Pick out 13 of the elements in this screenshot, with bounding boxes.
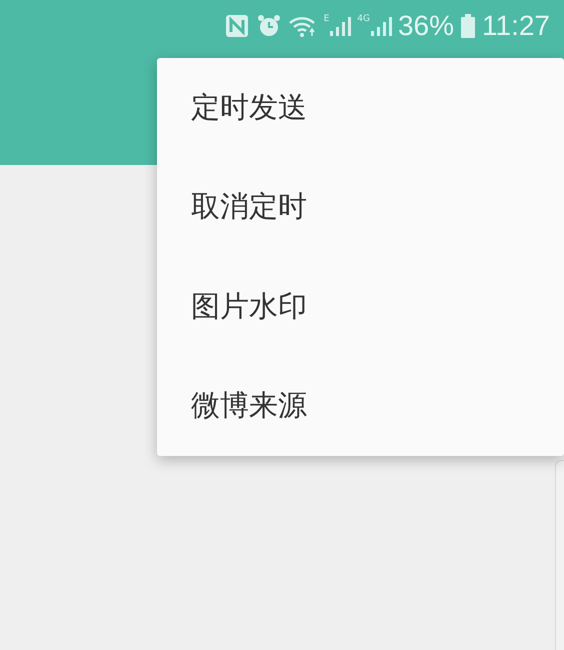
alarm-icon — [256, 13, 282, 39]
nfc-icon — [224, 13, 250, 39]
battery-percent: 36% — [398, 10, 454, 42]
signal-icon — [370, 15, 392, 37]
menu-item[interactable]: 定时发送 — [157, 58, 564, 158]
menu-item[interactable]: 图片水印 — [157, 257, 564, 356]
network-type-label: E — [324, 15, 330, 24]
clock-time: 11:27 — [482, 10, 550, 42]
network-type-label: 4G — [357, 15, 370, 24]
menu-item[interactable]: 微博来源 — [157, 356, 564, 456]
menu-item[interactable]: 取消定时 — [157, 158, 564, 257]
signal-icon — [329, 15, 352, 37]
battery-icon — [460, 13, 476, 39]
